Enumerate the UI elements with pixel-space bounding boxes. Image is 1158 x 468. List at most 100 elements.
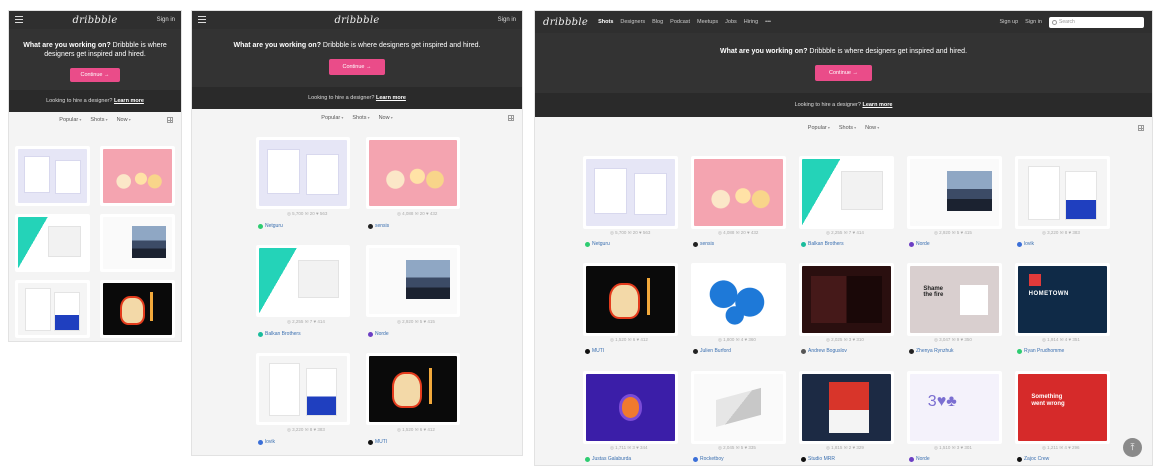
now-filter[interactable]: Now xyxy=(117,117,131,123)
shot-author[interactable]: Netguru xyxy=(258,223,283,229)
shot-card[interactable] xyxy=(799,263,894,336)
shot-thumbnail[interactable] xyxy=(910,266,999,333)
shot-card[interactable] xyxy=(583,156,678,229)
shot-card[interactable] xyxy=(691,371,786,444)
shot-card[interactable] xyxy=(100,214,175,272)
learn-more-link[interactable]: Learn more xyxy=(114,98,144,104)
shot-author[interactable]: Justas Galaburda xyxy=(585,456,631,462)
shot-author[interactable]: Zhenya Rynzhuk xyxy=(909,348,954,354)
popular-filter[interactable]: Popular xyxy=(321,115,343,121)
nav-designers[interactable]: Designers xyxy=(620,19,645,25)
shot-card[interactable] xyxy=(366,137,460,209)
grid-view-icon[interactable] xyxy=(167,117,173,123)
shot-thumbnail[interactable] xyxy=(1018,374,1107,441)
hamburger-menu-icon[interactable] xyxy=(15,16,23,23)
shot-card[interactable] xyxy=(907,156,1002,229)
shot-thumbnail[interactable] xyxy=(18,149,87,203)
shot-author[interactable]: sensis xyxy=(368,223,389,229)
shot-card[interactable] xyxy=(583,263,678,336)
shot-author[interactable]: MUTI xyxy=(368,439,387,445)
shot-card[interactable] xyxy=(799,156,894,229)
shot-card[interactable] xyxy=(691,263,786,336)
search-input[interactable]: Search xyxy=(1049,16,1144,28)
shot-author[interactable]: Zajoc Crew xyxy=(1017,456,1049,462)
shot-card[interactable] xyxy=(366,245,460,317)
shot-card[interactable] xyxy=(256,353,350,425)
shot-thumbnail[interactable] xyxy=(369,248,457,314)
now-filter[interactable]: Now xyxy=(379,115,393,121)
shot-thumbnail[interactable] xyxy=(694,374,783,441)
shot-author[interactable]: Balkan Brothers xyxy=(258,331,301,337)
continue-button[interactable]: Continue → xyxy=(814,65,873,81)
shot-author[interactable]: Andrew Boguslov xyxy=(801,348,847,354)
shot-thumbnail[interactable] xyxy=(802,159,891,226)
nav-meetups[interactable]: Meetups xyxy=(697,19,718,25)
shot-author[interactable]: Norde xyxy=(368,331,389,337)
shot-card[interactable] xyxy=(1015,371,1110,444)
shot-card[interactable] xyxy=(1015,263,1110,336)
shot-author[interactable]: Ryan Prudhomme xyxy=(1017,348,1064,354)
sign-up-link[interactable]: Sign up xyxy=(1000,19,1019,25)
now-filter[interactable]: Now xyxy=(865,125,879,131)
shot-card[interactable] xyxy=(691,156,786,229)
shot-card[interactable] xyxy=(1015,156,1110,229)
popular-filter[interactable]: Popular xyxy=(59,117,81,123)
shot-author[interactable]: Netguru xyxy=(585,241,610,247)
scroll-to-top-button[interactable]: ⤒ xyxy=(1123,438,1142,457)
shot-card[interactable] xyxy=(799,371,894,444)
popular-filter[interactable]: Popular xyxy=(808,125,830,131)
nav-podcast[interactable]: Podcast xyxy=(670,19,690,25)
shot-thumbnail[interactable] xyxy=(586,266,675,333)
nav-blog[interactable]: Blog xyxy=(652,19,663,25)
grid-view-icon[interactable] xyxy=(508,115,514,121)
shot-thumbnail[interactable] xyxy=(18,283,87,335)
shot-author[interactable]: Norde xyxy=(909,241,930,247)
shot-author[interactable]: MUTI xyxy=(585,348,604,354)
shot-card[interactable] xyxy=(907,371,1002,444)
sign-in-link[interactable]: Sign in xyxy=(1025,19,1042,25)
dribbble-logo[interactable]: dribbble xyxy=(543,17,588,28)
shot-thumbnail[interactable] xyxy=(802,266,891,333)
sign-in-link[interactable]: Sign in xyxy=(498,17,516,23)
dribbble-logo[interactable]: dribbble xyxy=(334,15,379,26)
shot-thumbnail[interactable] xyxy=(259,140,347,206)
shot-thumbnail[interactable] xyxy=(103,217,172,269)
shot-thumbnail[interactable] xyxy=(369,356,457,422)
more-menu-icon[interactable]: ••• xyxy=(765,19,771,25)
shot-thumbnail[interactable] xyxy=(694,159,783,226)
learn-more-link[interactable]: Learn more xyxy=(862,102,892,108)
shot-card[interactable] xyxy=(256,137,350,209)
grid-view-icon[interactable] xyxy=(1138,125,1144,131)
shot-thumbnail[interactable] xyxy=(802,374,891,441)
shot-card[interactable] xyxy=(100,146,175,206)
shot-card[interactable] xyxy=(907,263,1002,336)
shot-thumbnail[interactable] xyxy=(259,248,347,314)
shot-card[interactable] xyxy=(15,214,90,272)
shot-card[interactable] xyxy=(100,280,175,338)
shot-card[interactable] xyxy=(256,245,350,317)
shot-thumbnail[interactable] xyxy=(103,283,172,335)
shot-card[interactable] xyxy=(366,353,460,425)
continue-button[interactable]: Continue → xyxy=(70,68,120,82)
dribbble-logo[interactable]: dribbble xyxy=(72,15,117,26)
shots-filter[interactable]: Shots xyxy=(839,125,856,131)
shot-author[interactable]: Rocketboy xyxy=(693,456,724,462)
shot-card[interactable] xyxy=(583,371,678,444)
shot-thumbnail[interactable] xyxy=(369,140,457,206)
shot-thumbnail[interactable] xyxy=(259,356,347,422)
nav-shots[interactable]: Shots xyxy=(598,19,613,25)
shot-card[interactable] xyxy=(15,146,90,206)
sign-in-link[interactable]: Sign in xyxy=(157,17,175,23)
nav-jobs[interactable]: Jobs xyxy=(725,19,737,25)
nav-hiring[interactable]: Hiring xyxy=(744,19,758,25)
shot-thumbnail[interactable] xyxy=(1018,266,1107,333)
shot-author[interactable]: sensis xyxy=(693,241,714,247)
shot-thumbnail[interactable] xyxy=(586,374,675,441)
shot-thumbnail[interactable] xyxy=(910,159,999,226)
shots-filter[interactable]: Shots xyxy=(352,115,369,121)
hamburger-menu-icon[interactable] xyxy=(198,16,206,23)
shot-author[interactable]: Norde xyxy=(909,456,930,462)
continue-button[interactable]: Continue → xyxy=(329,59,385,75)
shots-filter[interactable]: Shots xyxy=(90,117,107,123)
shot-thumbnail[interactable] xyxy=(103,149,172,203)
